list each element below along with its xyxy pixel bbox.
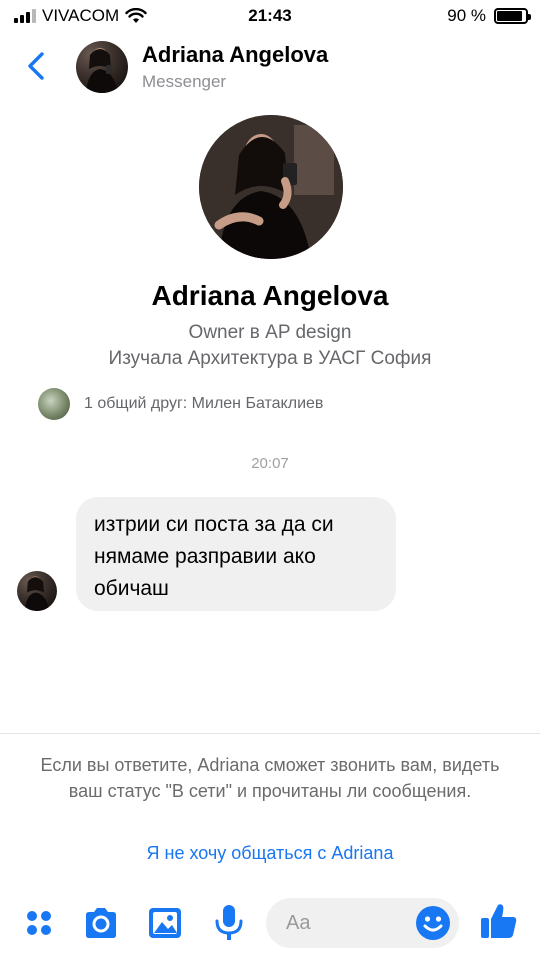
status-bar: VIVACOM 21:43 90 %: [0, 0, 540, 32]
chevron-left-icon: [28, 52, 44, 80]
mutual-friends[interactable]: 1 общий друг: Милен Батаклиев: [38, 388, 323, 420]
message-avatar[interactable]: [17, 571, 57, 611]
camera-icon: [86, 908, 116, 938]
gallery-icon: [149, 908, 181, 938]
mutual-friend-avatar: [38, 388, 70, 420]
status-right: 90 %: [447, 6, 531, 26]
message-line: обичаш: [94, 577, 169, 600]
microphone-icon: [215, 905, 243, 940]
menu-dots-button[interactable]: [20, 904, 58, 942]
back-button[interactable]: [18, 46, 58, 86]
message-timestamp: 20:07: [251, 455, 289, 472]
battery-label: 90 %: [447, 6, 486, 25]
message-input-box[interactable]: [266, 898, 459, 948]
mutual-friends-label: 1 общий друг: Милен Батаклиев: [84, 395, 324, 412]
thumbs-up-button[interactable]: [478, 900, 520, 942]
message-line: нямаме разправии ако: [94, 545, 316, 568]
gallery-button[interactable]: [146, 904, 184, 942]
avatar[interactable]: [76, 41, 128, 93]
menu-dots-icon: [27, 911, 51, 935]
profile-work: Owner в AP design: [188, 322, 352, 343]
message-bubble[interactable]: изтрии си поста за да си нямаме разправи…: [76, 497, 396, 611]
emoji-button[interactable]: [415, 905, 451, 941]
battery-icon: [494, 8, 531, 24]
contact-subtitle: Messenger: [142, 72, 227, 91]
battery-fill: [497, 11, 523, 21]
profile-education: Изучала Архитектура в УАСГ София: [108, 348, 432, 369]
ignore-conversation-link[interactable]: Я не хочу общаться с Adriana: [0, 843, 540, 864]
conversation-header: Adriana Angelova Messenger: [0, 32, 540, 102]
thumbs-up-icon: [481, 904, 517, 938]
composer: [0, 890, 540, 960]
camera-button[interactable]: [82, 904, 120, 942]
emoji-icon: [416, 906, 450, 940]
microphone-button[interactable]: [210, 904, 248, 942]
message-input[interactable]: [286, 908, 406, 938]
profile-photo[interactable]: [199, 115, 343, 259]
reply-notice: Если вы ответите, Adriana сможет звонить…: [40, 755, 500, 801]
profile-name: Adriana Angelova: [151, 280, 389, 311]
contact-name[interactable]: Adriana Angelova: [142, 42, 328, 68]
divider: [0, 733, 540, 734]
message-line: изтрии си поста за да си: [94, 513, 334, 536]
